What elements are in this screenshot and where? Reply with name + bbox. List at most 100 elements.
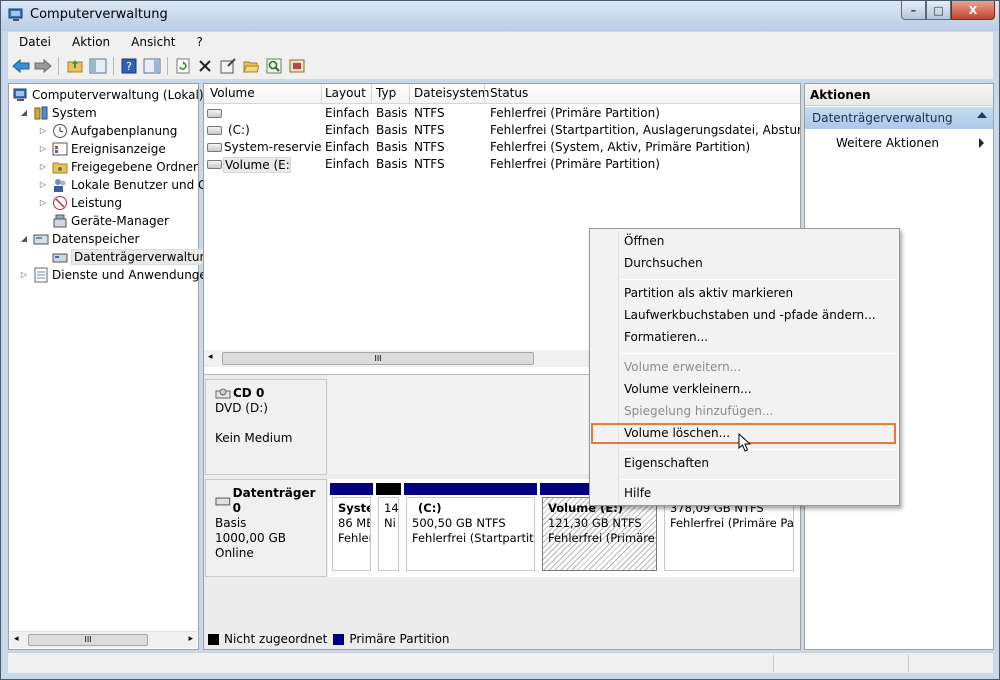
legend-unallocated: Nicht zugeordnet bbox=[224, 632, 328, 646]
expand-icon[interactable]: ▷ bbox=[38, 198, 48, 207]
menu-bar: Datei Aktion Ansicht ? bbox=[8, 32, 993, 52]
column-layout[interactable]: Layout bbox=[325, 86, 366, 100]
minimize-button[interactable]: – bbox=[901, 1, 926, 20]
menu-item-open[interactable]: Öffnen bbox=[624, 234, 664, 248]
cell-layout: Einfach bbox=[325, 157, 370, 171]
scroll-thumb[interactable]: III bbox=[222, 352, 534, 365]
more-actions-item[interactable]: Weitere Aktionen bbox=[836, 136, 939, 150]
tree-item-system[interactable]: System bbox=[33, 104, 97, 122]
menu-item-shrink-volume[interactable]: Volume verkleinern... bbox=[624, 382, 752, 396]
expand-icon[interactable]: ▷ bbox=[19, 270, 29, 279]
partition-status: Fehler bbox=[338, 531, 371, 545]
submenu-arrow-icon[interactable] bbox=[979, 138, 984, 148]
volume-row[interactable]: System-reserviert Einfach Basis NTFS Feh… bbox=[204, 139, 800, 156]
device-manager-icon bbox=[53, 214, 67, 228]
partition-unallocated[interactable]: 14 Ni bbox=[376, 483, 401, 573]
column-status[interactable]: Status bbox=[490, 86, 528, 100]
partition-status: Ni bbox=[384, 516, 396, 530]
collapse-icon[interactable]: ◢ bbox=[19, 234, 29, 243]
maximize-button[interactable]: □ bbox=[926, 1, 951, 20]
column-dateisystem[interactable]: Dateisystem bbox=[414, 86, 489, 100]
menu-item-delete-volume[interactable]: Volume löschen... bbox=[624, 426, 730, 440]
expand-icon[interactable]: ▷ bbox=[38, 126, 48, 135]
partition-system-reserved[interactable]: Syste 86 ME Fehler bbox=[330, 483, 373, 573]
menu-item-properties[interactable]: Eigenschaften bbox=[624, 456, 709, 470]
tree-item-leistung[interactable]: Leistung bbox=[52, 194, 122, 212]
tree-item-datenspeicher[interactable]: Datenspeicher bbox=[33, 230, 139, 248]
collapse-up-icon[interactable] bbox=[977, 112, 987, 118]
menu-item-format[interactable]: Formatieren... bbox=[624, 330, 708, 344]
menu-item-help[interactable]: Hilfe bbox=[624, 486, 651, 500]
cd-type: DVD (D:) bbox=[215, 401, 268, 415]
tree-item-freigaben[interactable]: Freigegebene Ordner bbox=[52, 158, 198, 176]
help-button[interactable]: ? bbox=[120, 57, 138, 75]
tree-label: Datenspeicher bbox=[52, 232, 140, 246]
volume-row[interactable]: Einfach Basis NTFS Fehlerfrei (Primäre P… bbox=[204, 105, 800, 122]
scroll-left-icon[interactable]: ◂ bbox=[208, 352, 213, 362]
volume-row[interactable]: (C:) Einfach Basis NTFS Fehlerfrei (Star… bbox=[204, 122, 800, 139]
cd-0-label[interactable]: CD 0 DVD (D:) Kein Medium bbox=[205, 379, 327, 475]
delete-button[interactable] bbox=[196, 57, 214, 75]
tree-item-ereignisanzeige[interactable]: Ereignisanzeige bbox=[52, 140, 166, 158]
tree-item-aufgabenplanung[interactable]: Aufgabenplanung bbox=[52, 122, 177, 140]
up-folder-button[interactable] bbox=[66, 57, 84, 75]
cell-status: Fehlerfrei (Primäre Partition) bbox=[490, 157, 660, 171]
settings-button[interactable] bbox=[288, 57, 306, 75]
partition-size: 500,50 GB NTFS bbox=[412, 516, 506, 530]
refresh-icon bbox=[176, 58, 190, 74]
menu-help[interactable]: ? bbox=[185, 35, 212, 49]
partition-c[interactable]: (C:) 500,50 GB NTFS Fehlerfrei (Startpar… bbox=[404, 483, 537, 573]
partition-body: Volume (E:) 121,30 GB NTFS Fehlerfrei (P… bbox=[542, 497, 657, 571]
menu-ansicht[interactable]: Ansicht bbox=[120, 35, 185, 49]
disk-0-label[interactable]: Datenträger 0 Basis 1000,00 GB Online bbox=[205, 479, 327, 577]
tree-label: Lokale Benutzer und Gr bbox=[71, 178, 213, 192]
show-hide-tree-button[interactable] bbox=[89, 57, 107, 75]
column-divider[interactable] bbox=[409, 84, 410, 104]
column-divider[interactable] bbox=[321, 84, 322, 104]
scroll-left-icon[interactable]: ◂ bbox=[14, 634, 19, 644]
properties-button[interactable] bbox=[219, 57, 237, 75]
column-divider[interactable] bbox=[484, 84, 485, 104]
partition-body: Syste 86 ME Fehler bbox=[332, 497, 371, 571]
scroll-thumb[interactable]: III bbox=[28, 634, 148, 646]
tree-item-dienste[interactable]: Dienste und Anwendungen bbox=[33, 266, 214, 284]
actions-section-label: Datenträgerverwaltung bbox=[812, 111, 953, 125]
tree-item-benutzer[interactable]: Lokale Benutzer und Gr bbox=[52, 176, 212, 194]
tree-label: System bbox=[52, 106, 97, 120]
cell-typ: Basis bbox=[376, 123, 408, 137]
partition-size: 121,30 GB NTFS bbox=[548, 516, 642, 530]
menu-datei[interactable]: Datei bbox=[8, 35, 61, 49]
column-divider[interactable] bbox=[371, 84, 372, 104]
search-button[interactable] bbox=[265, 57, 283, 75]
primary-partition-bar bbox=[404, 483, 537, 495]
volume-row-selected[interactable]: Volume (E:) Einfach Basis NTFS Fehlerfre… bbox=[204, 156, 800, 173]
menu-item-change-drive-letter[interactable]: Laufwerkbuchstaben und -pfade ändern... bbox=[624, 308, 876, 322]
close-button[interactable]: X bbox=[951, 1, 995, 20]
forward-button[interactable] bbox=[34, 57, 52, 75]
tree-item-root[interactable]: Computerverwaltung (Lokal) bbox=[13, 86, 204, 104]
cell-layout: Einfach bbox=[325, 123, 370, 137]
computer-management-window: Computerverwaltung – □ X Datei Aktion An… bbox=[0, 0, 1000, 680]
actions-section-header[interactable]: Datenträgerverwaltung bbox=[805, 107, 993, 129]
cell-volume: System-reserviert bbox=[224, 140, 322, 154]
open-folder-button[interactable] bbox=[242, 57, 260, 75]
menu-aktion[interactable]: Aktion bbox=[61, 35, 120, 49]
tree-item-geraete[interactable]: Geräte-Manager bbox=[52, 212, 169, 230]
refresh-button[interactable] bbox=[174, 57, 192, 75]
scroll-right-icon[interactable]: ▸ bbox=[188, 634, 193, 644]
menu-item-explore[interactable]: Durchsuchen bbox=[624, 256, 703, 270]
back-arrow-icon bbox=[12, 59, 30, 73]
tree-item-datentraegerverwaltung[interactable]: Datenträgerverwaltung bbox=[52, 248, 218, 266]
panel-button[interactable] bbox=[143, 57, 161, 75]
expand-icon[interactable]: ▷ bbox=[38, 144, 48, 153]
back-button[interactable] bbox=[12, 57, 30, 75]
tree-horizontal-scrollbar[interactable]: ◂ III ▸ bbox=[10, 631, 197, 648]
expand-icon[interactable]: ▷ bbox=[38, 162, 48, 171]
title-bar: Computerverwaltung – □ X bbox=[1, 1, 999, 31]
column-volume[interactable]: Volume bbox=[210, 86, 255, 100]
collapse-icon[interactable]: ◢ bbox=[19, 108, 29, 117]
menu-item-mark-active[interactable]: Partition als aktiv markieren bbox=[624, 286, 793, 300]
tree-label: Dienste und Anwendungen bbox=[52, 268, 215, 282]
column-typ[interactable]: Typ bbox=[376, 86, 396, 100]
expand-icon[interactable]: ▷ bbox=[38, 180, 48, 189]
